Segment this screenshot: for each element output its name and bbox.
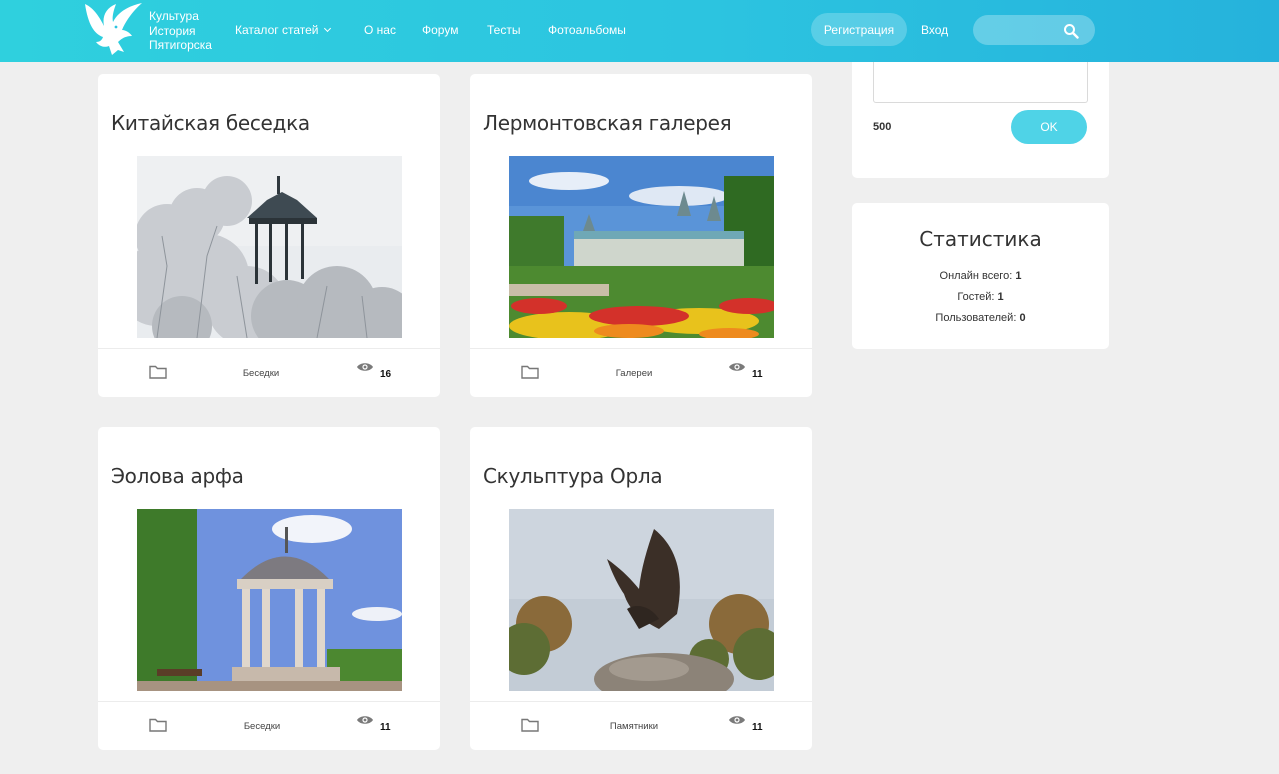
top-navbar: Культура История Пятигорска Каталог стат…	[0, 0, 1279, 62]
eagle-logo-icon[interactable]	[82, 0, 144, 55]
view-count: 11	[752, 369, 763, 380]
article-image-rotunda[interactable]	[137, 509, 402, 691]
view-count: 16	[380, 369, 392, 380]
stat-users: Пользователей: 0	[852, 312, 1109, 324]
folder-icon[interactable]	[149, 718, 167, 732]
search-input[interactable]	[983, 20, 1058, 40]
article-card: Скульптура Орла Памятники 11	[470, 427, 812, 750]
stat-value: 0	[1019, 312, 1026, 324]
category-link[interactable]: Памятники	[584, 721, 684, 732]
category-link[interactable]: Беседки	[212, 721, 312, 732]
article-image-winter-gazebo[interactable]	[137, 156, 402, 338]
stat-online-total: Онлайн всего: 1	[852, 270, 1109, 282]
login-link[interactable]: Вход	[921, 23, 948, 37]
view-count: 11	[752, 722, 763, 733]
article-footer: Галереи 11	[470, 348, 812, 397]
folder-icon[interactable]	[521, 718, 539, 732]
stat-value: 1	[1015, 270, 1022, 282]
search-icon[interactable]	[1063, 23, 1079, 39]
article-image-gallery[interactable]	[509, 156, 774, 338]
chevron-down-icon	[324, 24, 332, 33]
nav-item-tests[interactable]: Тесты	[487, 23, 520, 37]
article-card: Китайская беседка Беседки 16	[98, 74, 440, 397]
article-footer: Памятники 11	[470, 701, 812, 750]
stat-label: Онлайн всего:	[939, 270, 1013, 282]
nav-item-about[interactable]: О нас	[364, 23, 396, 37]
site-name-line: Культура	[149, 9, 199, 23]
search-box	[973, 15, 1095, 45]
nav-item-forum[interactable]: Форум	[422, 23, 458, 37]
category-link[interactable]: Беседки	[211, 368, 311, 379]
nav-item-label: Каталог статей	[235, 23, 319, 37]
eye-icon	[729, 716, 745, 724]
char-counter: 500	[873, 121, 892, 133]
folder-icon[interactable]	[149, 365, 167, 379]
folder-icon[interactable]	[521, 365, 539, 379]
nav-item-catalog[interactable]: Каталог статей	[235, 23, 332, 37]
article-title[interactable]: Эолова арфа	[111, 464, 244, 488]
article-image-eagle[interactable]	[509, 509, 774, 691]
eye-icon	[729, 363, 745, 371]
article-card: Эолова арфа Беседки 11	[98, 427, 440, 750]
article-title[interactable]: Лермонтовская галерея	[483, 111, 732, 135]
article-footer: Беседки 16	[98, 348, 440, 397]
ok-button[interactable]: OK	[1011, 110, 1087, 144]
stat-label: Гостей:	[957, 291, 995, 303]
stat-value: 1	[997, 291, 1004, 303]
eye-icon	[357, 363, 373, 371]
site-name-line: Пятигорска	[149, 38, 212, 52]
statistics-widget: Статистика Онлайн всего: 1 Гостей: 1 Пол…	[852, 203, 1109, 349]
article-footer: Беседки 11	[98, 701, 440, 750]
site-name-line: История	[149, 23, 196, 38]
article-title[interactable]: Китайская беседка	[111, 111, 310, 135]
view-count: 11	[380, 722, 391, 733]
article-title[interactable]: Скульптура Орла	[483, 464, 663, 488]
nav-item-photoalbums[interactable]: Фотоальбомы	[548, 23, 626, 37]
category-link[interactable]: Галереи	[584, 368, 684, 379]
stat-label: Пользователей:	[935, 312, 1017, 324]
article-card: Лермонтовская галерея Галереи 11	[470, 74, 812, 397]
stat-guests: Гостей: 1	[852, 291, 1109, 303]
eye-icon	[357, 716, 373, 724]
stats-title: Статистика	[919, 227, 1042, 251]
register-button[interactable]: Регистрация	[811, 13, 907, 46]
site-name[interactable]: Культура История Пятигорска	[149, 9, 212, 53]
